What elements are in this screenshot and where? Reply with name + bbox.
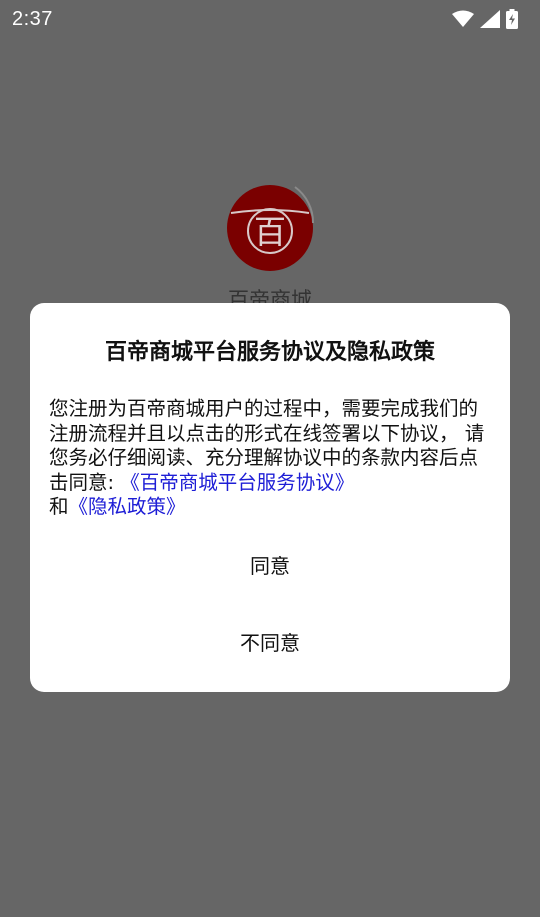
status-bar: 2:37 [0,0,540,38]
disagree-button[interactable]: 不同意 [30,613,510,669]
wifi-icon [452,10,474,28]
conjunction-text: 和 [49,495,69,518]
battery-charging-icon [506,9,518,29]
agreement-dialog: 百帝商城平台服务协议及隐私政策 您注册为百帝商城用户的过程中，需要完成我们的注册… [30,303,510,692]
service-agreement-link[interactable]: 《百帝商城平台服务协议》 [120,471,354,494]
app-logo: 百 [225,183,315,273]
dialog-title: 百帝商城平台服务协议及隐私政策 [104,340,435,365]
app-logo-char: 百 [253,213,286,251]
dialog-body: 您注册为百帝商城用户的过程中，需要完成我们的注册流程并且以点击的形式在线签署以下… [49,397,493,520]
cellular-signal-icon [480,10,500,28]
privacy-policy-link[interactable]: 《隐私政策》 [69,495,186,518]
status-icons [452,9,518,29]
status-time: 2:37 [12,7,53,30]
agree-button[interactable]: 同意 [30,536,510,592]
